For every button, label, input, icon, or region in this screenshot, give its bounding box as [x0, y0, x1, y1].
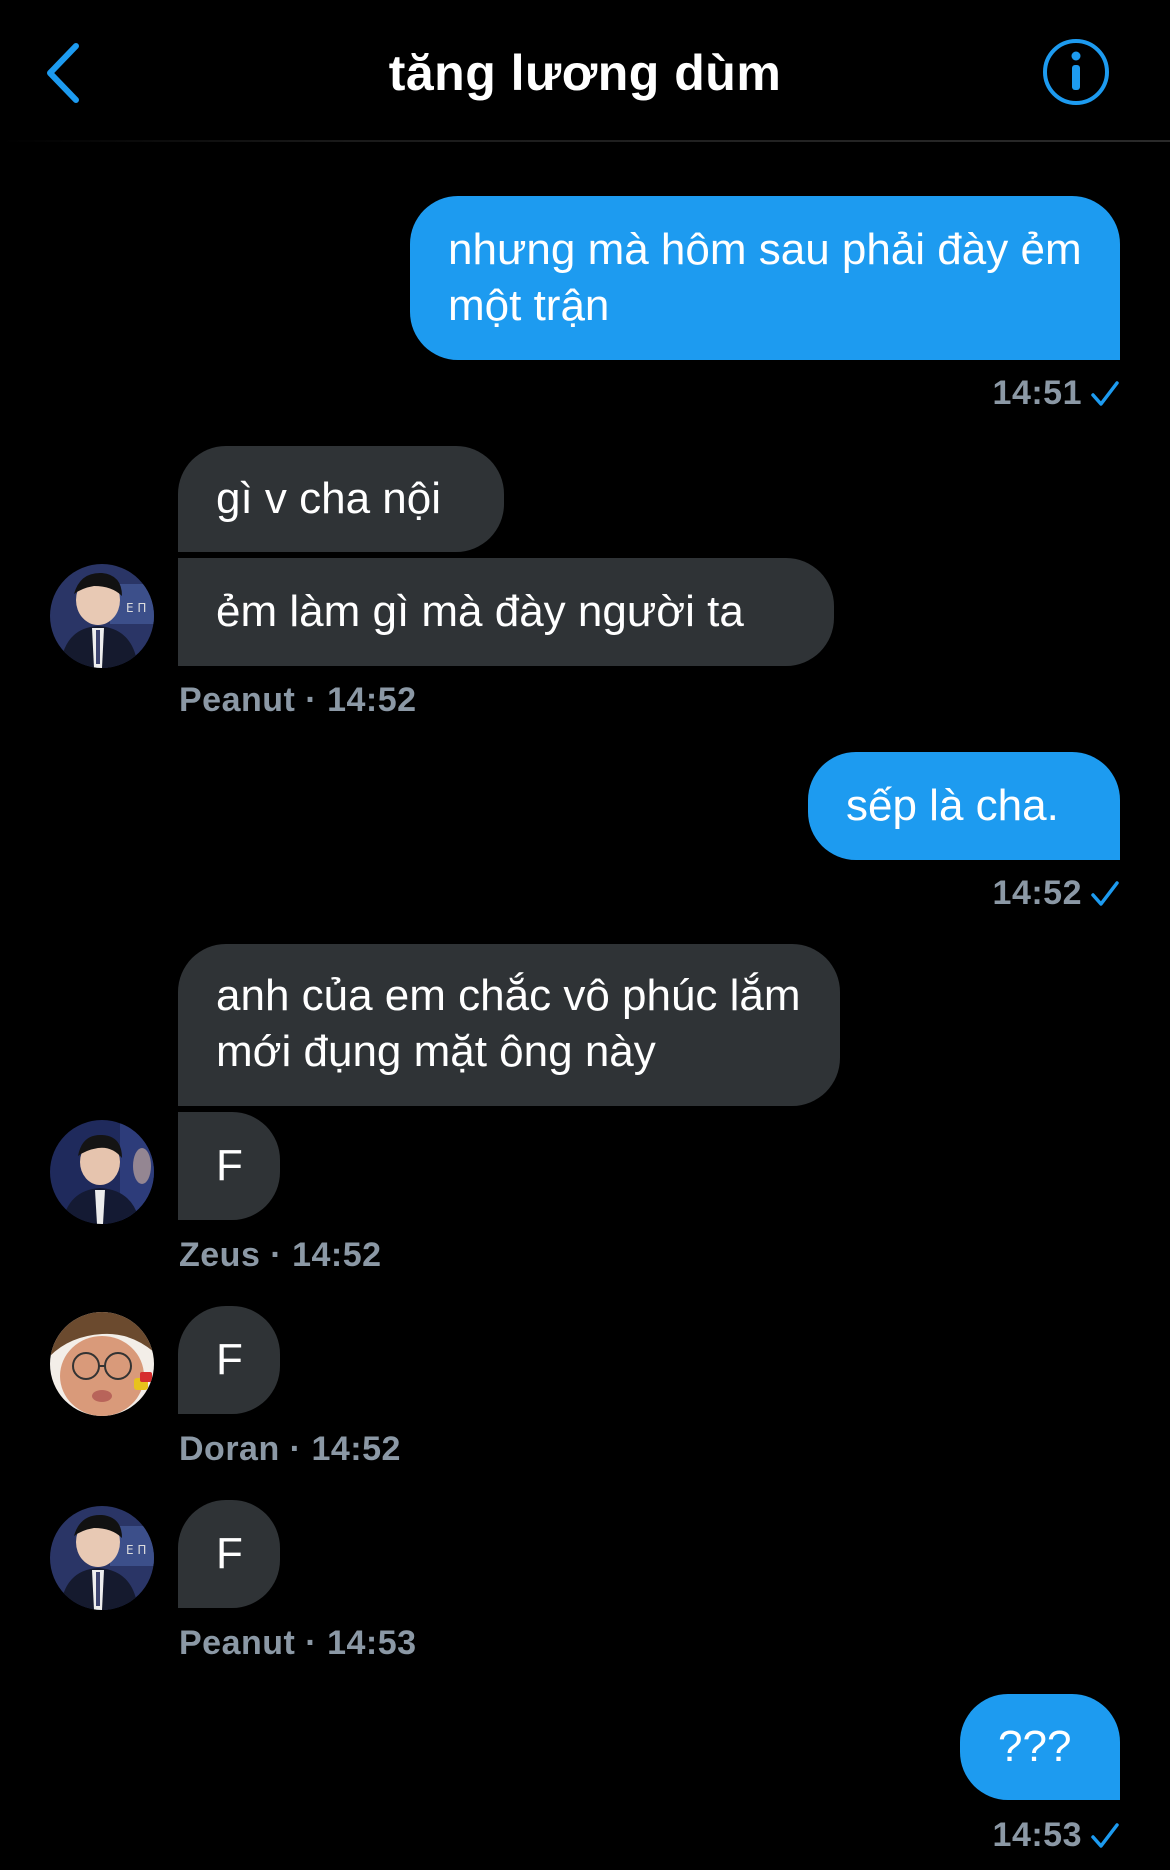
sender-meta: Peanut · 14:52 [179, 681, 417, 719]
received-message-bubble[interactable]: gì v cha nội [178, 446, 504, 552]
avatar-zeus[interactable] [50, 1120, 154, 1224]
received-message-bubble[interactable]: F [178, 1500, 280, 1608]
avatar-doran[interactable] [50, 1312, 154, 1416]
sender-meta: Doran · 14:52 [179, 1430, 401, 1468]
received-message-bubble[interactable]: ẻm làm gì mà đày người ta [178, 558, 834, 666]
received-message-bubble[interactable]: anh của em chắc vô phúc lắm mới đụng mặt… [178, 944, 840, 1106]
message-text: sếp là cha. [846, 781, 1059, 830]
checkmark-icon [1091, 880, 1119, 906]
received-message-bubble[interactable]: F [178, 1306, 280, 1414]
timestamp-text: 14:51 [992, 374, 1082, 412]
conversation-title: tăng lương dùm [388, 45, 782, 101]
sender-meta: Peanut · 14:53 [179, 1624, 417, 1662]
message-timestamp: 14:53 [820, 1816, 1120, 1855]
message-text: F [216, 1335, 243, 1384]
header-divider [0, 140, 1170, 142]
conversation-header: tăng lương dùm [0, 0, 1170, 142]
message-text: F [216, 1529, 243, 1578]
received-message-bubble[interactable]: F [178, 1112, 280, 1220]
message-text: F [216, 1141, 243, 1190]
info-icon [1043, 39, 1109, 105]
sent-message-bubble[interactable]: ??? [960, 1694, 1120, 1800]
checkmark-icon [1091, 380, 1119, 406]
info-button[interactable] [1040, 36, 1112, 108]
svg-text:E Π: E Π [126, 1543, 146, 1557]
checkmark-icon [1091, 1822, 1119, 1848]
timestamp-text: 14:53 [992, 1816, 1082, 1854]
avatar-peanut[interactable]: E Π [50, 1506, 154, 1610]
message-text: anh của em chắc vô phúc lắm mới đụng mặt… [216, 971, 801, 1076]
avatar-peanut[interactable]: E Π [50, 564, 154, 668]
message-text: gì v cha nội [216, 474, 442, 523]
message-text: ẻm làm gì mà đày người ta [216, 587, 744, 636]
sent-message-bubble[interactable]: sếp là cha. [808, 752, 1120, 860]
svg-text:E Π: E Π [126, 601, 146, 615]
message-timestamp: 14:52 [820, 874, 1120, 913]
message-timestamp: 14:51 [820, 374, 1120, 413]
message-text: ??? [998, 1722, 1072, 1771]
message-text: nhưng mà hôm sau phải đày ẻm một trận [448, 225, 1082, 330]
timestamp-text: 14:52 [992, 874, 1082, 912]
sent-message-bubble[interactable]: nhưng mà hôm sau phải đày ẻm một trận [410, 196, 1120, 360]
sender-meta: Zeus · 14:52 [179, 1236, 382, 1274]
